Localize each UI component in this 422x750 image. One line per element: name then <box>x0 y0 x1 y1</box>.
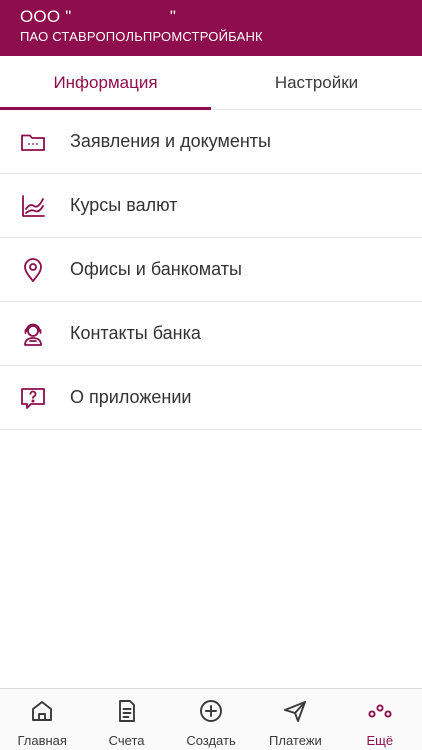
nav-home[interactable]: Главная <box>0 689 84 750</box>
nav-more[interactable]: Ещё <box>338 689 422 750</box>
menu-item-exchange-rates[interactable]: Курсы валют <box>0 174 422 238</box>
support-agent-icon <box>0 320 70 348</box>
menu-item-label: Заявления и документы <box>70 131 271 151</box>
menu-item-documents[interactable]: Заявления и документы <box>0 110 422 174</box>
chart-icon <box>0 192 70 220</box>
menu-item-label: Офисы и банкоматы <box>70 259 242 279</box>
menu-item-label: Контакты банка <box>70 323 201 343</box>
document-icon <box>114 698 140 729</box>
company-name: ООО " " <box>20 7 177 26</box>
nav-accounts[interactable]: Счета <box>84 689 168 750</box>
nav-more-label: Ещё <box>366 733 394 748</box>
menu-item-label: Курсы валют <box>70 195 178 215</box>
menu-item-about-app[interactable]: О приложении <box>0 366 422 430</box>
tab-settings[interactable]: Настройки <box>211 56 422 109</box>
tab-information[interactable]: Информация <box>0 56 211 110</box>
plus-circle-icon <box>198 698 224 729</box>
location-pin-icon <box>0 256 70 284</box>
nav-create-label: Создать <box>186 733 236 748</box>
info-menu: Заявления и документы Курсы валют Офисы … <box>0 110 422 430</box>
bottom-navigation: Главная Счета Создать Платежи Ещё <box>0 688 422 750</box>
menu-item-offices-atms[interactable]: Офисы и банкоматы <box>0 238 422 302</box>
send-icon <box>282 698 308 729</box>
tab-bar: Информация Настройки <box>0 56 422 110</box>
app-header: ООО " " ПАО СТАВРОПОЛЬПРОМСТРОЙБАНК <box>0 0 422 56</box>
nav-payments[interactable]: Платежи <box>253 689 337 750</box>
more-dots-icon <box>367 698 393 729</box>
folder-icon <box>0 128 70 156</box>
question-bubble-icon <box>0 384 70 412</box>
nav-payments-label: Платежи <box>269 733 322 748</box>
menu-item-bank-contacts[interactable]: Контакты банка <box>0 302 422 366</box>
tab-information-label: Информация <box>53 72 158 92</box>
nav-accounts-label: Счета <box>108 733 145 748</box>
nav-create[interactable]: Создать <box>169 689 253 750</box>
menu-item-label: О приложении <box>70 387 192 407</box>
nav-home-label: Главная <box>17 733 67 748</box>
tab-settings-label: Настройки <box>274 72 359 92</box>
home-icon <box>29 698 55 729</box>
bank-name: ПАО СТАВРОПОЛЬПРОМСТРОЙБАНК <box>20 29 263 44</box>
